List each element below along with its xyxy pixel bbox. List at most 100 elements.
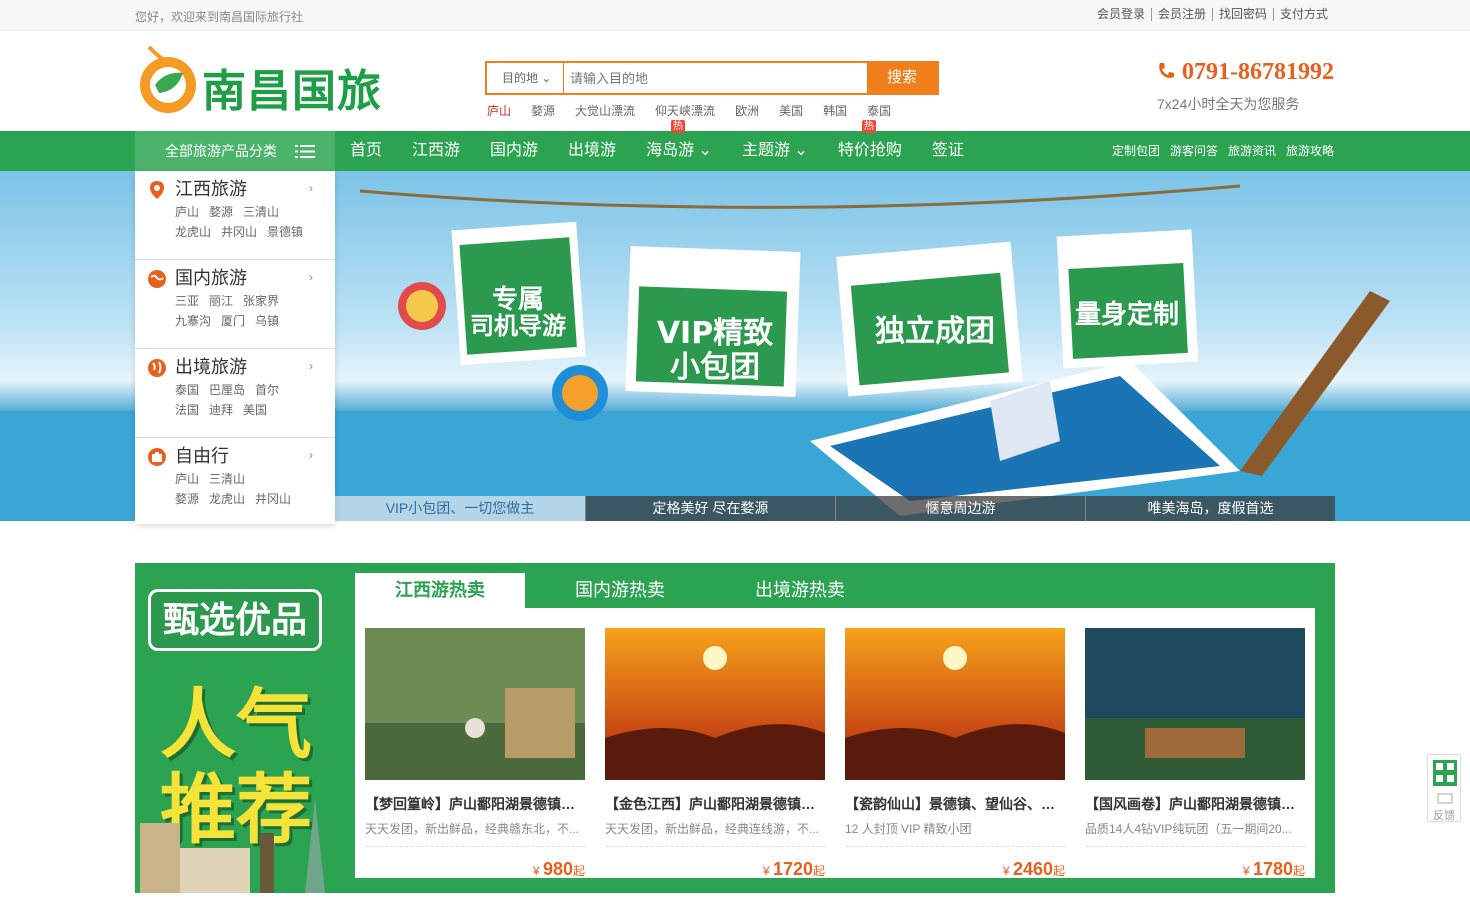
hot-word[interactable]: 庐山 bbox=[487, 102, 511, 119]
product-price: ¥ 1780起 bbox=[1242, 859, 1305, 879]
banner-tab-2[interactable]: 定格美好 尽在婺源 bbox=[585, 496, 835, 521]
hot-badge: 热 bbox=[671, 120, 685, 133]
phone-icon bbox=[1159, 63, 1174, 78]
chevron-down-icon: ⌄ bbox=[794, 142, 808, 159]
banner-card-3: 独立成团 bbox=[875, 314, 995, 349]
category-link[interactable]: 井冈山 bbox=[255, 492, 291, 506]
logo[interactable]: 南昌国旅 bbox=[135, 41, 385, 121]
logo-name: 南昌国旅 bbox=[202, 66, 382, 117]
nav-domestic[interactable]: 国内游 bbox=[475, 131, 553, 171]
category-link[interactable]: 美国 bbox=[243, 403, 267, 417]
find-password-link[interactable]: 找回密码 bbox=[1211, 8, 1273, 21]
hot-word[interactable]: 大觉山漂流 bbox=[575, 102, 635, 119]
category-link[interactable]: 庐山 bbox=[175, 472, 199, 486]
nav-qa[interactable]: 游客问答 bbox=[1170, 131, 1218, 171]
category-link[interactable]: 婺源 bbox=[209, 205, 233, 219]
hot-word[interactable]: 美国 bbox=[779, 102, 803, 119]
chevron-right-icon: › bbox=[309, 181, 313, 195]
category-link[interactable]: 婺源 bbox=[175, 492, 199, 506]
category-link[interactable]: 乌镇 bbox=[255, 314, 279, 328]
feedback-button[interactable]: 反馈 bbox=[1433, 807, 1455, 823]
chat-icon bbox=[1437, 793, 1453, 804]
top-bar: 您好，欢迎来到南昌国际旅行社 会员登录 会员注册 找回密码 支付方式 bbox=[0, 0, 1470, 31]
chevron-right-icon: › bbox=[309, 270, 313, 284]
hot-word[interactable]: 泰国 bbox=[867, 102, 891, 119]
search-input[interactable] bbox=[565, 63, 867, 93]
product-card[interactable]: 【梦回篁岭】庐山鄱阳湖景德镇婺源 天天发团，新出鲜品，经典赣东北，不... ¥ … bbox=[365, 628, 585, 880]
category-title: 江西旅游 bbox=[175, 179, 247, 199]
product-card[interactable]: 【国风画卷】庐山鄱阳湖景德镇婺源 品质14人4钻VIP纯玩团（五一期间20...… bbox=[1085, 628, 1305, 880]
category-link[interactable]: 泰国 bbox=[175, 383, 199, 397]
category-link[interactable]: 法国 bbox=[175, 403, 199, 417]
nav-guide[interactable]: 旅游攻略 bbox=[1286, 131, 1334, 171]
category-title: 出境旅游 bbox=[175, 357, 247, 377]
globe-icon bbox=[148, 270, 166, 288]
header: 南昌国旅 目的地 ⌄ 搜索 庐山 婺源 大觉山漂流 仰天峡漂流 欧洲 美国 韩国… bbox=[0, 31, 1470, 131]
nav-home[interactable]: 首页 bbox=[335, 131, 397, 171]
category-menu[interactable]: 全部旅游产品分类 bbox=[135, 131, 335, 171]
category-link[interactable]: 龙虎山 bbox=[175, 225, 211, 239]
category-link[interactable]: 三亚 bbox=[175, 294, 199, 308]
category-jiangxi[interactable]: 江西旅游 › 庐山 婺源 三清山 龙虎山 井冈山 景德镇 bbox=[135, 171, 335, 260]
hot-word[interactable]: 仰天峡漂流 bbox=[655, 102, 715, 119]
product-card[interactable]: 【瓷韵仙山】景德镇、望仙谷、三清山 12 人封顶 VIP 精致小团 ¥ 2460… bbox=[845, 628, 1065, 880]
category-link[interactable]: 三清山 bbox=[243, 205, 279, 219]
nav-jiangxi[interactable]: 江西游 bbox=[397, 131, 475, 171]
hot-word[interactable]: 婺源 bbox=[531, 102, 555, 119]
hot-word[interactable]: 韩国 bbox=[823, 102, 847, 119]
product-desc: 12 人封顶 VIP 精致小团 bbox=[845, 820, 1065, 847]
product-title[interactable]: 【金色江西】庐山鄱阳湖景德镇婺源 bbox=[605, 794, 825, 814]
category-link[interactable]: 三清山 bbox=[209, 472, 245, 486]
category-link[interactable]: 庐山 bbox=[175, 205, 199, 219]
product-desc: 天天发团，新出鲜品，经典赣东北，不... bbox=[365, 820, 585, 847]
product-title[interactable]: 【瓷韵仙山】景德镇、望仙谷、三清山 bbox=[845, 794, 1065, 814]
banner-tab-4[interactable]: 唯美海岛，度假首选 bbox=[1085, 496, 1335, 521]
product-title[interactable]: 【梦回篁岭】庐山鄱阳湖景德镇婺源 bbox=[365, 794, 585, 814]
category-link[interactable]: 巴厘岛 bbox=[209, 383, 245, 397]
destination-select[interactable]: 目的地 ⌄ bbox=[487, 63, 564, 93]
nav-theme[interactable]: 主题游 ⌄ bbox=[727, 131, 823, 171]
banner-card-1: 专属 bbox=[492, 285, 544, 315]
nav-custom-tour[interactable]: 定制包团 bbox=[1112, 131, 1160, 171]
category-domestic[interactable]: 国内旅游 › 三亚 丽江 张家界 九寨沟 厦门 乌镇 bbox=[135, 260, 335, 349]
category-free[interactable]: 自由行 › 庐山 三清山 婺源 龙虎山 井冈山 bbox=[135, 438, 335, 527]
login-link[interactable]: 会员登录 bbox=[1091, 8, 1151, 21]
register-link[interactable]: 会员注册 bbox=[1150, 8, 1212, 21]
category-link[interactable]: 张家界 bbox=[243, 294, 279, 308]
qrcode-icon[interactable] bbox=[1432, 759, 1458, 787]
nav-special[interactable]: 特价抢购热 bbox=[823, 120, 917, 171]
banner-card-2b: 小包团 bbox=[670, 350, 760, 385]
nav-outbound[interactable]: 出境游 bbox=[553, 131, 631, 171]
category-link[interactable]: 井冈山 bbox=[221, 225, 257, 239]
product-desc: 天天发团，新出鲜品，经典连线游，不... bbox=[605, 820, 825, 847]
landmarks-illustration bbox=[140, 798, 325, 893]
banner-card-4: 量身定制 bbox=[1075, 299, 1179, 330]
side-toolbar: 反馈 bbox=[1427, 754, 1461, 822]
banner-tab-3[interactable]: 惬意周边游 bbox=[835, 496, 1085, 521]
nav-visa[interactable]: 签证 bbox=[917, 131, 979, 171]
product-title[interactable]: 【国风画卷】庐山鄱阳湖景德镇婺源 bbox=[1085, 794, 1305, 814]
payment-link[interactable]: 支付方式 bbox=[1272, 8, 1334, 21]
category-link[interactable]: 首尔 bbox=[255, 383, 279, 397]
tab-jiangxi-hot[interactable]: 江西游热卖 bbox=[355, 573, 525, 608]
search-button[interactable]: 搜索 bbox=[867, 63, 937, 93]
tab-domestic-hot[interactable]: 国内游热卖 bbox=[535, 573, 705, 608]
category-link[interactable]: 厦门 bbox=[221, 314, 245, 328]
banner-tab-1[interactable]: VIP小包团、一切您做主 bbox=[335, 496, 585, 521]
category-link[interactable]: 迪拜 bbox=[209, 403, 233, 417]
list-icon bbox=[295, 145, 315, 158]
category-link[interactable]: 九寨沟 bbox=[175, 314, 211, 328]
category-link[interactable]: 龙虎山 bbox=[209, 492, 245, 506]
nav-news[interactable]: 旅游资讯 bbox=[1228, 131, 1276, 171]
category-outbound[interactable]: 出境旅游 › 泰国 巴厘岛 首尔 法国 迪拜 美国 bbox=[135, 349, 335, 438]
suitcase-icon bbox=[148, 448, 166, 466]
hot-word[interactable]: 欧洲 bbox=[735, 102, 759, 119]
nav-island[interactable]: 海岛游 ⌄ 热 bbox=[631, 120, 727, 171]
product-card[interactable]: 【金色江西】庐山鄱阳湖景德镇婺源 天天发团，新出鲜品，经典连线游，不... ¥ … bbox=[605, 628, 825, 880]
category-menu-label: 全部旅游产品分类 bbox=[165, 143, 277, 159]
category-link[interactable]: 景德镇 bbox=[267, 225, 303, 239]
banner-card-2: VIP精致 bbox=[657, 316, 773, 351]
category-link[interactable]: 丽江 bbox=[209, 294, 233, 308]
product-price: ¥ 980起 bbox=[532, 859, 585, 879]
tab-outbound-hot[interactable]: 出境游热卖 bbox=[715, 573, 885, 608]
